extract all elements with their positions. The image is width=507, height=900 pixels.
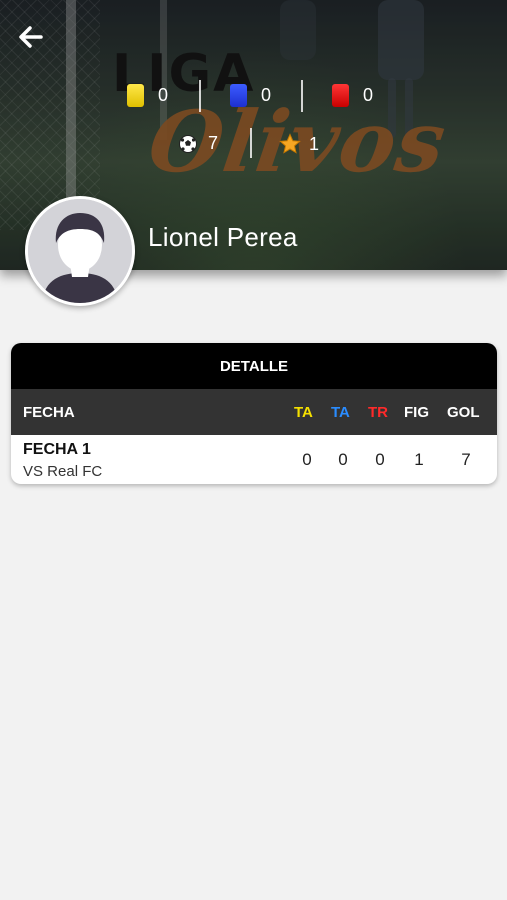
red-card-stat: 0 bbox=[332, 84, 373, 107]
detail-title: DETALLE bbox=[11, 343, 497, 389]
table-row[interactable]: FECHA 1 VS Real FC 0 0 0 1 7 bbox=[11, 435, 497, 484]
red-card-count: 0 bbox=[363, 85, 374, 105]
arrow-left-icon bbox=[19, 26, 43, 48]
column-fecha: FECHA bbox=[23, 403, 75, 421]
column-red-cards: TR bbox=[368, 403, 388, 421]
star-icon bbox=[279, 133, 301, 154]
row-blue-cards: 0 bbox=[338, 450, 348, 469]
row-gol: 7 bbox=[461, 450, 471, 469]
row-yellow-cards: 0 bbox=[302, 450, 312, 469]
divider bbox=[250, 128, 252, 158]
mvp-stat: 1 bbox=[279, 133, 319, 155]
column-headers: FECHA TA TA TR FIG GOL bbox=[11, 389, 497, 435]
match-date: FECHA 1 bbox=[23, 441, 91, 458]
soccer-ball-icon bbox=[179, 134, 197, 153]
detail-card: DETALLE FECHA TA TA TR FIG GOL FECHA 1 V… bbox=[11, 343, 497, 484]
back-button[interactable] bbox=[16, 22, 46, 52]
column-gol: GOL bbox=[447, 403, 480, 421]
player-name: Lionel Perea bbox=[148, 222, 298, 252]
row-fig: 1 bbox=[414, 450, 424, 469]
divider bbox=[199, 80, 201, 112]
user-silhouette-icon bbox=[28, 199, 132, 303]
column-blue-cards: TA bbox=[331, 403, 350, 421]
goals-count: 7 bbox=[208, 133, 219, 153]
row-red-cards: 0 bbox=[375, 450, 385, 469]
yellow-card-count: 0 bbox=[158, 85, 169, 105]
divider bbox=[301, 80, 303, 112]
yellow-card-stat: 0 bbox=[127, 84, 168, 107]
yellow-card-icon bbox=[127, 84, 144, 107]
avatar bbox=[25, 196, 135, 306]
mvp-count: 1 bbox=[309, 133, 320, 154]
blue-card-stat: 0 bbox=[230, 84, 271, 107]
match-rival: VS Real FC bbox=[23, 463, 103, 480]
blue-card-count: 0 bbox=[261, 85, 272, 105]
column-fig: FIG bbox=[404, 403, 429, 421]
column-yellow-cards: TA bbox=[294, 403, 313, 421]
goals-stat: 7 bbox=[178, 133, 218, 154]
red-card-icon bbox=[332, 84, 349, 107]
blue-card-icon bbox=[230, 84, 247, 107]
